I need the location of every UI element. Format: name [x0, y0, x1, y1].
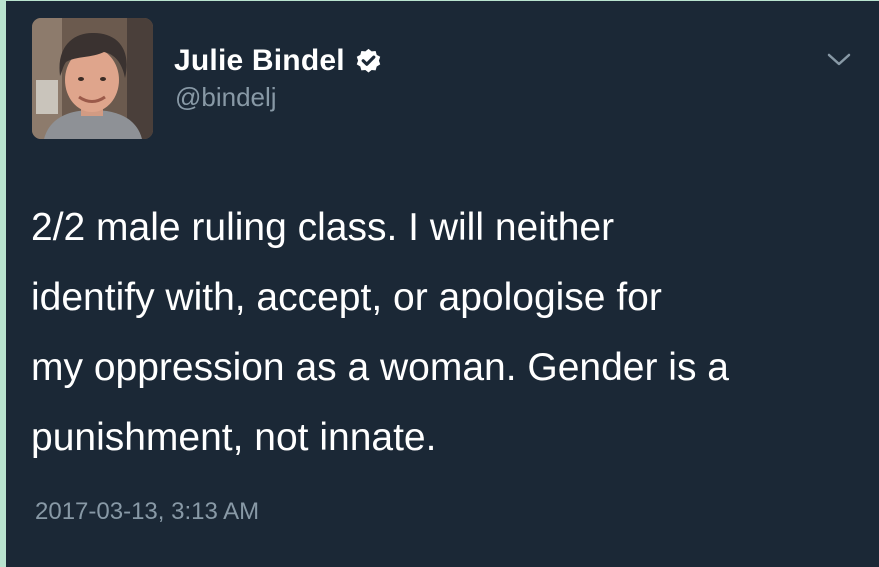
chevron-down-icon[interactable]	[826, 51, 852, 69]
author-handle[interactable]: @bindelj	[175, 82, 277, 113]
author-row: Julie Bindel	[174, 41, 383, 81]
tweet-timestamp[interactable]: 2017-03-13, 3:13 AM	[35, 498, 259, 526]
tweet-card: Julie Bindel @bindelj 2/2 male ruling cl…	[6, 1, 879, 567]
author-display-name[interactable]: Julie Bindel	[174, 44, 345, 78]
avatar[interactable]	[32, 18, 153, 139]
tweet-text: 2/2 male ruling class. I will neither id…	[31, 206, 730, 459]
avatar-photo	[32, 18, 153, 139]
verified-badge-icon	[356, 48, 381, 72]
